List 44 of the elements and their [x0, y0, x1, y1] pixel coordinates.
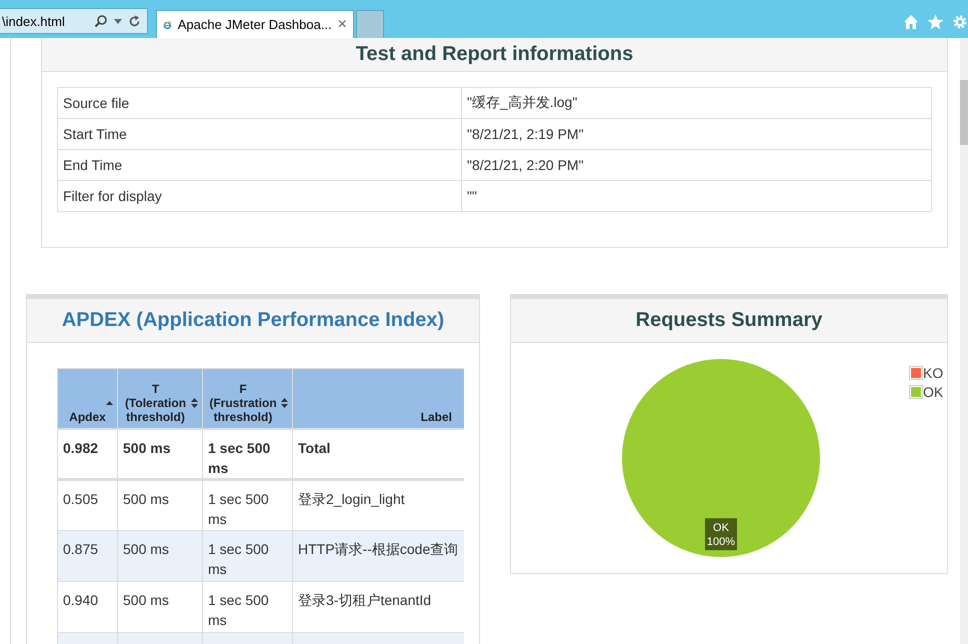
table-cell: HTTP请求--根据code查询 — [292, 530, 464, 582]
table-cell: 1 sec 500 ms — [202, 480, 292, 530]
legend-label[interactable]: OK — [923, 384, 944, 400]
table-cell: 1 sec 500 ms — [202, 582, 292, 632]
table-cell: 0.940 — [58, 582, 118, 632]
caret-icon[interactable] — [114, 18, 122, 24]
column-header[interactable]: T (Toleration threshold) — [118, 368, 202, 428]
table-cell: 登录2_login_light — [292, 480, 464, 530]
table-cell: "缓存_高并发.log" — [462, 88, 932, 118]
table-cell: 登录3-切租户tenantId — [292, 582, 464, 632]
column-header[interactable]: Apdex — [58, 368, 118, 428]
refresh-icon[interactable] — [128, 14, 141, 28]
panel-title: Test and Report informations — [356, 43, 634, 66]
scrollbar-thumb[interactable] — [960, 80, 968, 145]
table-cell: 500 ms — [118, 582, 202, 632]
table-cell: 500 ms — [118, 530, 202, 582]
table-cell: 0.875 — [58, 530, 118, 582]
table-cell: 0.505 — [58, 480, 118, 530]
address-field[interactable]: \index.html — [0, 8, 148, 34]
home-icon[interactable] — [903, 14, 919, 30]
table-cell: "" — [462, 180, 932, 212]
table-cell: 1 sec 500 ms — [202, 530, 292, 582]
column-header[interactable]: F (Frustration threshold) — [202, 368, 292, 428]
table-cell: Filter for display — [58, 180, 462, 212]
close-button[interactable]: × — [338, 16, 347, 34]
scrollbar[interactable] — [960, 38, 968, 644]
table-cell: 500 ms — [118, 480, 202, 530]
column-header[interactable]: Label — [292, 368, 464, 428]
slice-label: OK 100% — [705, 518, 737, 550]
legend-swatch — [909, 366, 923, 380]
panel-title: Requests Summary — [636, 309, 822, 332]
legend-label[interactable]: KO — [923, 364, 944, 380]
table-cell: Source file — [58, 88, 462, 118]
table-cell: "8/21/21, 2:20 PM" — [462, 150, 932, 180]
table-cell: "8/21/21, 2:19 PM" — [462, 118, 932, 150]
settings-icon[interactable] — [952, 14, 968, 30]
new-tab-button[interactable] — [356, 10, 384, 38]
legend-swatch — [909, 384, 923, 398]
panel-title: APDEX (Application Performance Index) — [62, 309, 444, 332]
table-cell: End Time — [58, 150, 462, 180]
star-icon[interactable] — [927, 14, 944, 30]
browser-tab[interactable]: Apache JMeter Dashboa... × — [156, 10, 354, 38]
search-icon[interactable] — [94, 14, 108, 28]
table-cell: Start Time — [58, 118, 462, 150]
